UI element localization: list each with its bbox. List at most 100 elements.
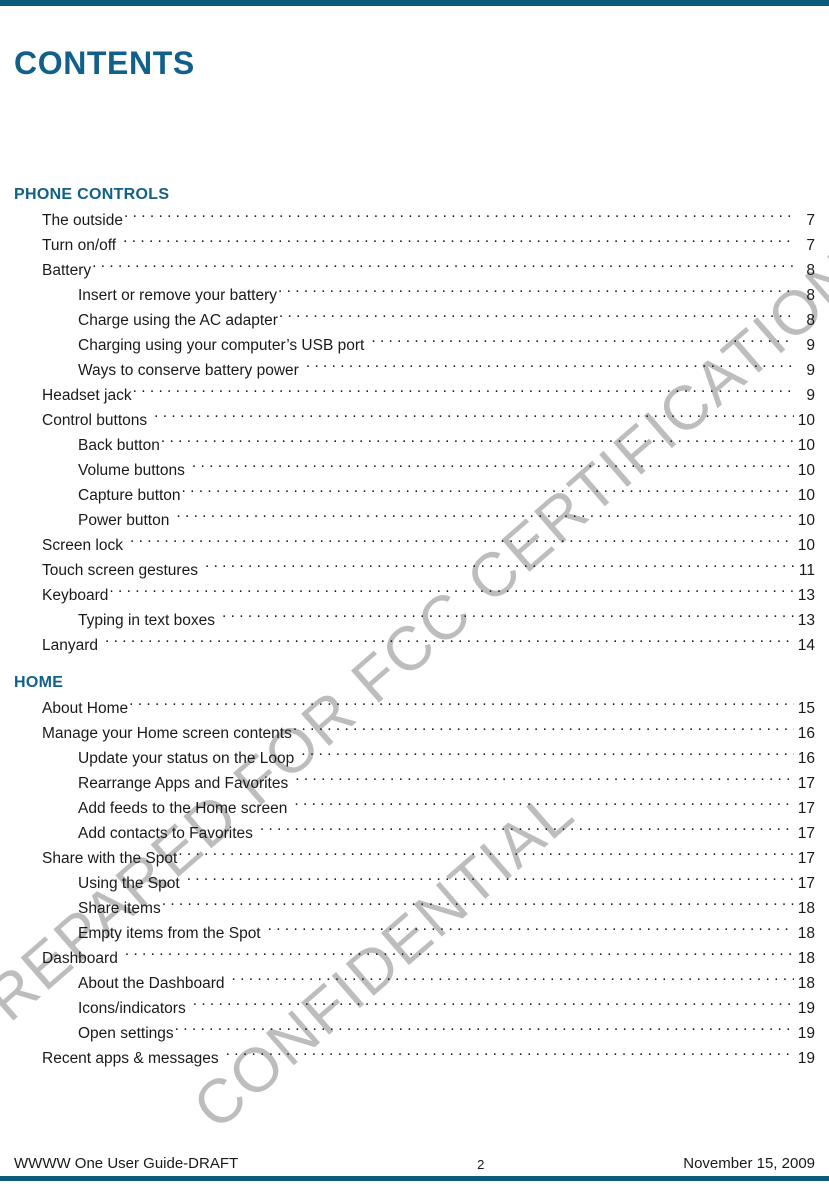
toc-entry[interactable]: Open settings 19 xyxy=(0,1021,829,1046)
toc-entry-page-number: 17 xyxy=(797,850,815,867)
toc-dot-leader xyxy=(226,973,794,988)
toc-entry[interactable]: Volume buttons 10 xyxy=(0,458,829,483)
toc-entry-page-number: 11 xyxy=(798,562,815,579)
toc-entry-title: Control buttons xyxy=(42,412,148,429)
document-page: PREPARED FOR FCC CERTIFICATION CONFIDENT… xyxy=(0,0,829,1189)
toc-dot-leader xyxy=(254,823,794,838)
toc-dot-leader xyxy=(133,385,794,400)
toc-entry[interactable]: Capture button 10 xyxy=(0,483,829,508)
toc-dot-leader xyxy=(293,723,794,738)
toc-entry[interactable]: Battery 8 xyxy=(0,258,829,283)
toc-entry[interactable]: About the Dashboard 18 xyxy=(0,971,829,996)
toc-entry-page-number: 9 xyxy=(806,387,815,404)
toc-entry-page-number: 10 xyxy=(797,462,815,479)
toc-entry[interactable]: Screen lock 10 xyxy=(0,533,829,558)
table-of-contents: PHONE CONTROLS The outside 7 Turn on/off 7 Ba… xyxy=(0,184,829,1071)
toc-entry-title: Add contacts to Favorites xyxy=(78,825,253,842)
toc-dot-leader xyxy=(295,748,794,763)
toc-entry-page-number: 19 xyxy=(797,1000,815,1017)
toc-entry-title: Recent apps & messages xyxy=(42,1050,219,1067)
toc-entry-page-number: 10 xyxy=(797,512,815,529)
toc-entry-title: Charging using your computer’s USB port xyxy=(78,337,365,354)
toc-entry[interactable]: Add feeds to the Home screen 17 xyxy=(0,796,829,821)
toc-entry-page-number: 18 xyxy=(797,900,815,917)
toc-entry-title: The outside xyxy=(42,212,123,229)
toc-entry[interactable]: Back button 10 xyxy=(0,433,829,458)
toc-entry[interactable]: Ways to conserve battery power 9 xyxy=(0,358,829,383)
toc-entry[interactable]: Manage your Home screen contents 16 xyxy=(0,721,829,746)
toc-dot-leader xyxy=(220,1048,794,1063)
toc-dot-leader xyxy=(187,998,794,1013)
toc-entry-page-number: 18 xyxy=(797,925,815,942)
toc-entry[interactable]: About Home 15 xyxy=(0,696,829,721)
toc-entry-title: Touch screen gestures xyxy=(42,562,198,579)
toc-entry-page-number: 17 xyxy=(797,825,815,842)
page-title: CONTENTS xyxy=(14,45,195,81)
toc-dot-leader xyxy=(181,873,794,888)
toc-entry-title: Using the Spot xyxy=(78,875,180,892)
toc-entry-title: Update your status on the Loop xyxy=(78,750,295,767)
toc-entry[interactable]: Touch screen gestures 11 xyxy=(0,558,829,583)
toc-entry-page-number: 10 xyxy=(797,537,815,554)
toc-entry-page-number: 8 xyxy=(806,312,815,329)
footer-date: November 15, 2009 xyxy=(683,1155,815,1172)
toc-entry-title: Volume buttons xyxy=(78,462,185,479)
toc-entry[interactable]: Charging using your computer’s USB port 9 xyxy=(0,333,829,358)
toc-dot-leader xyxy=(92,260,794,275)
toc-entry[interactable]: Share items 18 xyxy=(0,896,829,921)
toc-entry-title: Battery xyxy=(42,262,92,279)
toc-entry-page-number: 10 xyxy=(797,487,815,504)
toc-entry[interactable]: Headset jack 9 xyxy=(0,383,829,408)
toc-entry-title: Open settings xyxy=(78,1025,174,1042)
toc-entry-page-number: 8 xyxy=(806,287,815,304)
toc-entry[interactable]: Control buttons 10 xyxy=(0,408,829,433)
toc-dot-leader xyxy=(199,560,794,575)
toc-entry[interactable]: Dashboard 18 xyxy=(0,946,829,971)
footer-document-title: WWWW One User Guide-DRAFT xyxy=(14,1155,239,1172)
toc-dot-leader xyxy=(262,923,794,938)
toc-entry[interactable]: Share with the Spot 17 xyxy=(0,846,829,871)
toc-entry-page-number: 16 xyxy=(797,725,815,742)
toc-dot-leader xyxy=(109,585,794,600)
toc-entry-title: Empty items from the Spot xyxy=(78,925,261,942)
toc-dot-leader xyxy=(162,898,794,913)
toc-entry[interactable]: Charge using the AC adapter 8 xyxy=(0,308,829,333)
toc-entry[interactable]: Using the Spot 17 xyxy=(0,871,829,896)
top-accent-rule xyxy=(0,0,829,6)
toc-dot-leader xyxy=(300,360,794,375)
toc-entry-page-number: 13 xyxy=(797,612,815,629)
toc-entry[interactable]: Update your status on the Loop 16 xyxy=(0,746,829,771)
toc-entry-page-number: 17 xyxy=(797,775,815,792)
toc-entry-title: Add feeds to the Home screen xyxy=(78,800,288,817)
toc-entry-title: Share with the Spot xyxy=(42,850,178,867)
toc-section-heading: PHONE CONTROLS xyxy=(14,186,170,203)
toc-dot-leader xyxy=(288,798,794,813)
toc-entry-page-number: 16 xyxy=(797,750,815,767)
toc-entry-page-number: 15 xyxy=(797,700,815,717)
toc-entry-page-number: 7 xyxy=(806,212,815,229)
toc-dot-leader xyxy=(175,1023,794,1038)
toc-entry[interactable]: Recent apps & messages 19 xyxy=(0,1046,829,1071)
toc-entry[interactable]: The outside 7 xyxy=(0,208,829,233)
toc-dot-leader xyxy=(161,435,794,450)
toc-entry[interactable]: Insert or remove your battery 8 xyxy=(0,283,829,308)
toc-entry-page-number: 14 xyxy=(797,637,815,654)
toc-dot-leader xyxy=(129,698,794,713)
toc-entry[interactable]: Add contacts to Favorites 17 xyxy=(0,821,829,846)
toc-dot-leader xyxy=(279,310,794,325)
toc-entry-page-number: 17 xyxy=(797,800,815,817)
toc-entry[interactable]: Power button 10 xyxy=(0,508,829,533)
page-footer: WWWW One User Guide-DRAFT 2 November 15,… xyxy=(0,1155,829,1189)
toc-entry[interactable]: Icons/indicators 19 xyxy=(0,996,829,1021)
toc-entry[interactable]: Empty items from the Spot 18 xyxy=(0,921,829,946)
toc-entry[interactable]: Typing in text boxes 13 xyxy=(0,608,829,633)
toc-entry[interactable]: Turn on/off 7 xyxy=(0,233,829,258)
toc-entry-page-number: 7 xyxy=(806,237,815,254)
toc-entry[interactable]: Lanyard 14 xyxy=(0,633,829,658)
toc-dot-leader xyxy=(124,535,794,550)
toc-entry[interactable]: Keyboard 13 xyxy=(0,583,829,608)
toc-entry-title: Typing in text boxes xyxy=(78,612,215,629)
toc-entry-title: About Home xyxy=(42,700,129,717)
toc-entry[interactable]: Rearrange Apps and Favorites 17 xyxy=(0,771,829,796)
toc-entry-title: Insert or remove your battery xyxy=(78,287,277,304)
